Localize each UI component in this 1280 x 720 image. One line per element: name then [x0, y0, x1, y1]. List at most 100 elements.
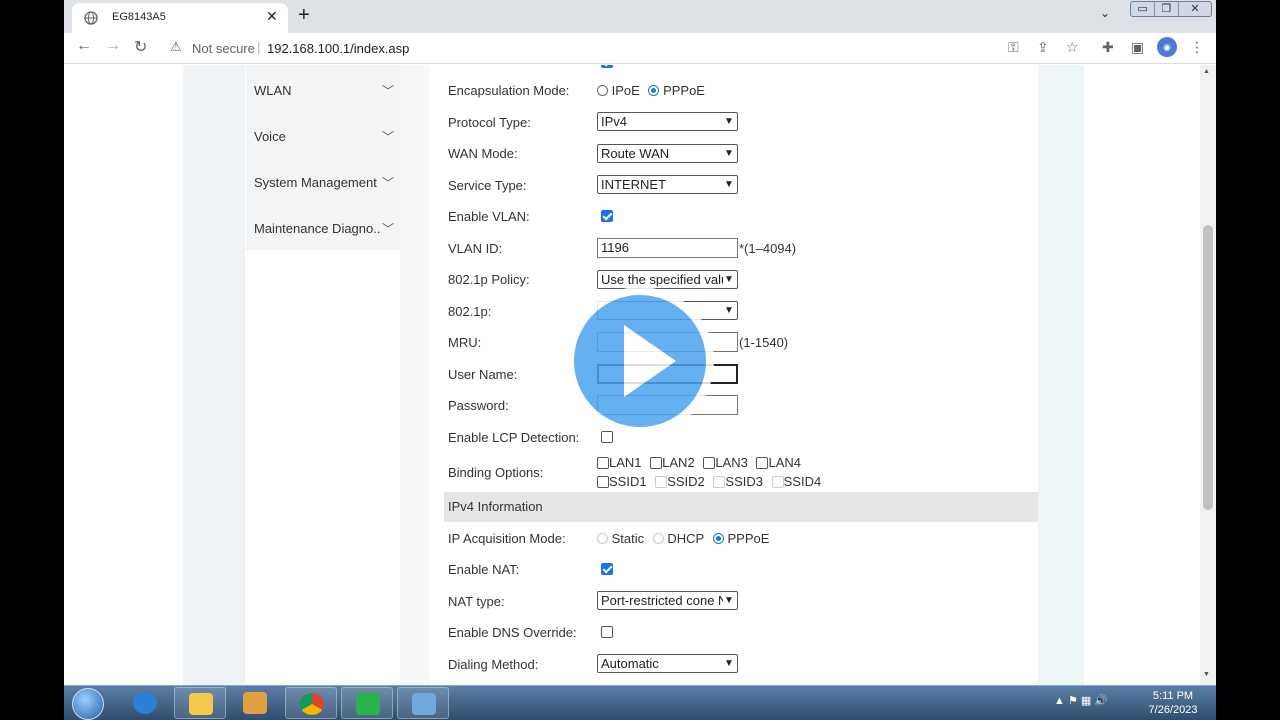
chevron-down-icon: ﹀: [382, 176, 395, 190]
ssid1-checkbox[interactable]: [597, 476, 609, 488]
page-scrollbar[interactable]: ▲ ▼: [1200, 65, 1216, 685]
sidebar-item-voice[interactable]: Voice ﹀: [254, 129, 394, 144]
url-text[interactable]: 192.168.100.1/index.asp: [267, 41, 409, 56]
chevron-down-icon: ▼: [723, 176, 735, 193]
sidebar-item-maintenance[interactable]: Maintenance Diagno.. ﹀: [254, 221, 394, 236]
reload-icon[interactable]: ↻: [134, 37, 147, 57]
policy-8021p-select[interactable]: Use the specified valu ▼: [597, 270, 738, 289]
browser-tab[interactable]: EG8143A5 ✕: [72, 3, 288, 33]
play-icon: [574, 295, 706, 427]
lan2-checkbox[interactable]: [650, 457, 663, 469]
enable-vlan-label: Enable VLAN:: [448, 209, 530, 224]
ssid2-checkbox[interactable]: [655, 476, 668, 488]
lan1-checkbox[interactable]: [597, 457, 609, 469]
scroll-down-icon[interactable]: ▼: [1203, 671, 1210, 678]
lan3-checkbox[interactable]: [703, 457, 716, 469]
enable-vlan-checkbox[interactable]: [601, 210, 613, 222]
globe-icon: [84, 11, 98, 25]
encapsulation-options: IPoE PPPoE: [597, 83, 705, 98]
radio-dhcp[interactable]: [652, 533, 664, 544]
radio-ipoe[interactable]: [597, 85, 608, 96]
scroll-up-icon[interactable]: ▲: [1203, 68, 1210, 75]
minimize-button[interactable]: ▭: [1131, 2, 1155, 16]
share-icon[interactable]: ⇪: [1037, 39, 1049, 56]
wan-mode-select[interactable]: Route WAN ▼: [597, 144, 738, 163]
play-button[interactable]: [566, 287, 714, 435]
address-bar[interactable]: ⚠ Not secure | 192.168.100.1/index.asp: [162, 36, 1022, 60]
chrome-icon[interactable]: [285, 687, 337, 719]
scrollbar-thumb[interactable]: [1203, 225, 1213, 510]
sidebar-item-label: Maintenance Diagno..: [254, 221, 381, 236]
radio-static[interactable]: [597, 533, 608, 544]
vlan-id-input[interactable]: 1196: [597, 238, 738, 258]
browser-window: EG8143A5 ✕ + ⌄ ▭ ❐ ✕ ← → ↻ ⚠ Not secure …: [64, 0, 1216, 720]
chevron-down-icon: ▼: [723, 592, 735, 609]
radio-pppoe-ip[interactable]: [712, 533, 724, 544]
forward-icon[interactable]: →: [105, 37, 121, 55]
user-name-label: User Name:: [448, 367, 518, 382]
protocol-type-select[interactable]: IPv4 ▼: [597, 112, 738, 131]
service-type-label: Service Type:: [448, 178, 527, 193]
radio-pppoe[interactable]: [648, 85, 660, 96]
not-secure-label: Not secure: [192, 41, 255, 56]
chevron-down-icon: ▼: [723, 655, 735, 672]
lan3-label: LAN3: [715, 455, 748, 470]
mru-hint: (1-1540): [739, 335, 789, 350]
wan-mode-value: Route WAN: [601, 146, 670, 161]
internet-explorer-icon[interactable]: [119, 687, 171, 719]
enable-nat-label: Enable NAT:: [448, 562, 520, 577]
menu-icon[interactable]: ⋮: [1190, 39, 1204, 56]
binding-options-label: Binding Options:: [448, 465, 544, 480]
bookmark-star-icon[interactable]: ☆: [1066, 39, 1079, 56]
ssid4-label: SSID4: [783, 474, 822, 489]
lan1-label: LAN1: [609, 455, 642, 470]
binding-ssid-options: SSID1 SSID2 SSID3 SSID4: [597, 474, 821, 489]
chevron-down-icon: ﹀: [382, 130, 395, 144]
network-app-icon[interactable]: [397, 687, 449, 719]
back-icon[interactable]: ←: [76, 37, 92, 55]
dns-override-checkbox[interactable]: [601, 626, 613, 638]
nat-type-value: Port-restricted cone N: [601, 593, 728, 608]
tab-strip: EG8143A5 ✕ + ⌄ ▭ ❐ ✕: [64, 0, 1216, 33]
close-tab-icon[interactable]: ✕: [266, 8, 278, 25]
separator: |: [257, 40, 261, 55]
restore-button[interactable]: ❐: [1155, 2, 1179, 16]
checkbox-partial[interactable]: [601, 65, 613, 68]
dialing-method-select[interactable]: Automatic ▼: [597, 654, 738, 673]
ssid3-checkbox[interactable]: [713, 476, 726, 488]
dns-override-label: Enable DNS Override:: [448, 625, 577, 640]
media-player-icon[interactable]: [229, 687, 281, 719]
side-panel-icon[interactable]: ▣: [1131, 39, 1144, 56]
mru-label: MRU:: [448, 335, 482, 350]
close-window-button[interactable]: ✕: [1179, 2, 1211, 16]
radio-pppoe-label: PPPoE: [663, 83, 705, 98]
green-app-icon[interactable]: [341, 687, 393, 719]
lan4-checkbox[interactable]: [756, 457, 769, 469]
password-label: Password:: [448, 398, 509, 413]
warning-icon: ⚠: [170, 39, 182, 54]
protocol-type-value: IPv4: [601, 114, 628, 129]
service-type-select[interactable]: INTERNET ▼: [597, 175, 738, 194]
ssid1-label: SSID1: [609, 474, 647, 489]
new-tab-button[interactable]: +: [298, 4, 310, 27]
vlan-id-label: VLAN ID:: [448, 241, 503, 256]
enable-nat-checkbox[interactable]: [601, 563, 613, 575]
sidebar-item-label: System Management: [254, 175, 377, 190]
taskbar-clock[interactable]: 5:11 PM 7/26/2023: [1140, 689, 1206, 717]
sidebar-item-label: WLAN: [254, 83, 292, 98]
ssid4-checkbox[interactable]: [771, 476, 784, 488]
file-explorer-icon[interactable]: [174, 687, 226, 719]
nat-type-select[interactable]: Port-restricted cone N ▼: [597, 591, 738, 610]
key-icon[interactable]: ⚿: [1008, 39, 1019, 56]
lcp-detection-checkbox[interactable]: [601, 431, 613, 443]
tab-search-icon[interactable]: ⌄: [1100, 6, 1110, 20]
start-button[interactable]: [72, 688, 104, 720]
chevron-down-icon: ▼: [723, 302, 735, 319]
sidebar-item-system-management[interactable]: System Management ﹀: [254, 175, 394, 190]
protocol-type-label: Protocol Type:: [448, 115, 531, 130]
policy-8021p-value: Use the specified valu: [601, 272, 729, 287]
sidebar-item-wlan[interactable]: WLAN ﹀: [254, 83, 394, 98]
system-tray-icons[interactable]: ▲ ⚑ ▦ 🔊: [1054, 694, 1108, 707]
extensions-icon[interactable]: ✚: [1102, 39, 1114, 56]
profile-avatar[interactable]: ◉: [1157, 37, 1177, 57]
